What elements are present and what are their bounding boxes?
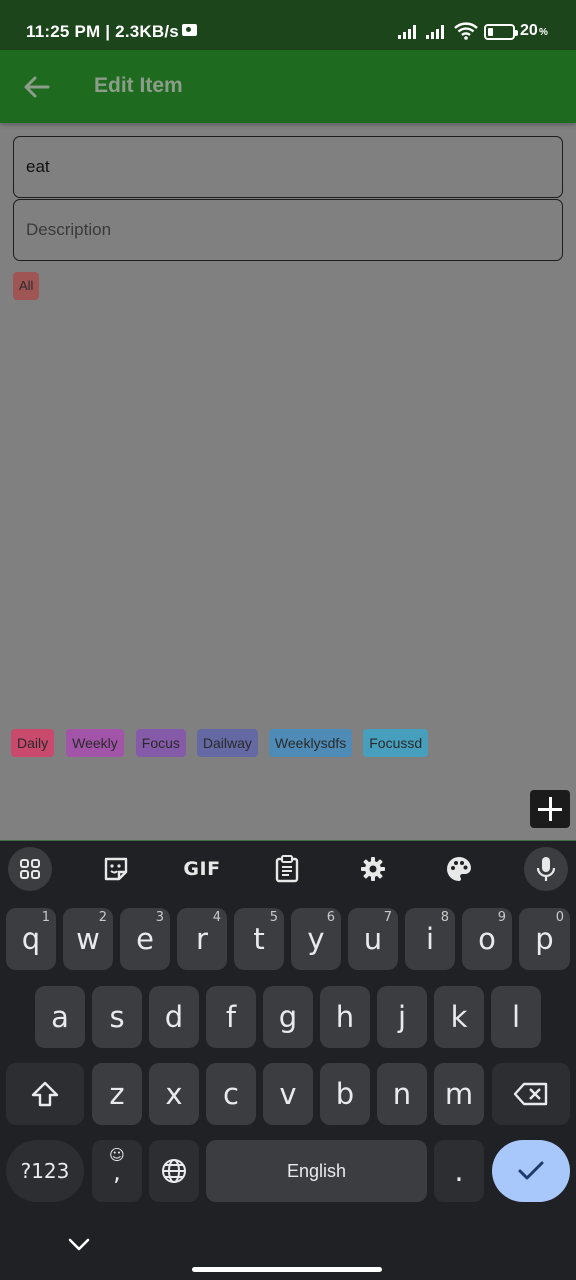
page-title: Edit Item [94, 74, 183, 97]
key-d[interactable]: d [149, 986, 199, 1048]
key-j[interactable]: j [377, 986, 427, 1048]
sticker-icon[interactable] [94, 847, 138, 891]
key-c[interactable]: c [206, 1063, 256, 1125]
tag-chip-daily[interactable]: Daily [11, 729, 55, 757]
key-k[interactable]: k [434, 986, 484, 1048]
app-bar: Edit Item [0, 50, 576, 123]
tag-chip-focus[interactable]: Focus [135, 729, 186, 757]
mic-icon[interactable] [524, 847, 568, 891]
key-s[interactable]: s [92, 986, 142, 1048]
key-x[interactable]: x [149, 1063, 199, 1125]
gif-button[interactable]: GIF [180, 847, 224, 891]
home-indicator[interactable] [192, 1267, 382, 1272]
emoji-comma-key[interactable]: ☺ , [92, 1140, 142, 1202]
space-key[interactable]: English [206, 1140, 427, 1202]
key-o[interactable]: o9 [462, 908, 512, 970]
battery-level: 20 [520, 22, 538, 39]
key-e[interactable]: e3 [120, 908, 170, 970]
apps-icon[interactable] [8, 847, 52, 891]
backspace-key[interactable] [492, 1063, 570, 1125]
key-m[interactable]: m [434, 1063, 484, 1125]
battery-percent-sign: % [539, 27, 548, 38]
chevron-down-icon[interactable] [66, 1235, 92, 1255]
key-y[interactable]: y6 [291, 908, 341, 970]
language-key[interactable] [149, 1140, 199, 1202]
battery-icon [484, 24, 518, 40]
key-v[interactable]: v [263, 1063, 313, 1125]
tag-chip-dailway[interactable]: Dailway [196, 729, 258, 757]
add-tag-button[interactable] [530, 790, 570, 828]
key-t[interactable]: t5 [234, 908, 284, 970]
symbols-key[interactable]: ?123 [6, 1140, 84, 1202]
tag-chip-focussd[interactable]: Focussd [363, 729, 429, 757]
key-i[interactable]: i8 [405, 908, 455, 970]
status-time: 11:25 PM | 2.3KB/s [26, 22, 179, 41]
key-f[interactable]: f [206, 986, 256, 1048]
signal-icon-2 [426, 25, 448, 39]
key-u[interactable]: u7 [348, 908, 398, 970]
key-w[interactable]: w2 [63, 908, 113, 970]
key-n[interactable]: n [377, 1063, 427, 1125]
selected-tag-chip[interactable]: All [13, 272, 40, 300]
period-key[interactable]: . [434, 1140, 484, 1202]
key-r[interactable]: r4 [177, 908, 227, 970]
screenshot-icon [182, 24, 197, 36]
key-g[interactable]: g [263, 986, 313, 1048]
shift-icon [31, 1081, 59, 1107]
key-b[interactable]: b [320, 1063, 370, 1125]
tag-list: Daily Weekly Focus Dailway Weeklysdfs Fo… [11, 729, 429, 757]
enter-key[interactable] [492, 1140, 570, 1202]
key-p[interactable]: p0 [519, 908, 570, 970]
tag-chip-weeklysdfs[interactable]: Weeklysdfs [268, 729, 353, 757]
backspace-icon [513, 1082, 548, 1106]
clipboard-icon[interactable] [265, 847, 309, 891]
gif-label: GIF [183, 858, 221, 880]
keyboard: GIF q1 w2 e3 r4 t5 y6 u7 i8 o9 p0 a s d … [0, 840, 576, 1280]
back-arrow-icon[interactable] [22, 72, 52, 102]
status-bar: 11:25 PM | 2.3KB/s 20% [0, 0, 576, 50]
key-l[interactable]: l [491, 986, 541, 1048]
description-input[interactable] [13, 199, 563, 261]
wifi-icon [454, 22, 478, 40]
palette-icon[interactable] [437, 847, 481, 891]
key-q[interactable]: q1 [6, 908, 56, 970]
item-name-input[interactable] [13, 136, 563, 198]
settings-icon[interactable] [351, 847, 395, 891]
keyboard-toolbar: GIF [0, 841, 576, 899]
signal-icon [398, 25, 420, 39]
key-h[interactable]: h [320, 986, 370, 1048]
checkmark-icon [518, 1161, 544, 1180]
shift-key[interactable] [6, 1063, 84, 1125]
key-z[interactable]: z [92, 1063, 142, 1125]
key-a[interactable]: a [35, 986, 85, 1048]
globe-icon [162, 1159, 186, 1183]
tag-chip-weekly[interactable]: Weekly [66, 729, 124, 757]
